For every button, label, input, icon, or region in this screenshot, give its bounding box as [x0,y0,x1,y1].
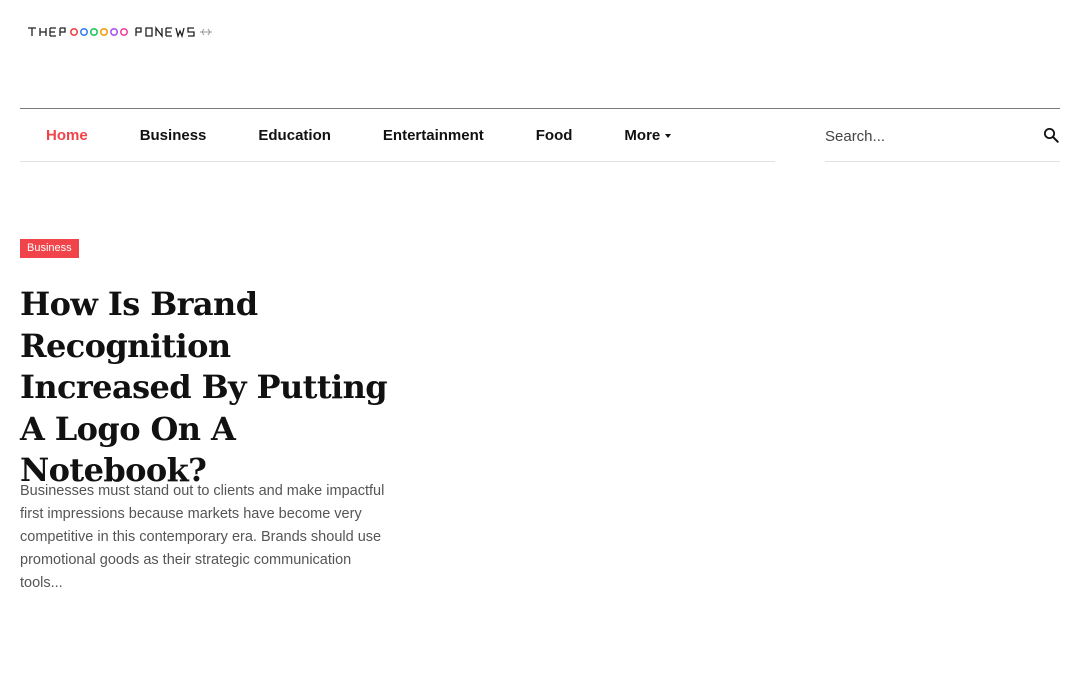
site-logo[interactable] [26,22,216,40]
nav-item-more[interactable]: More [598,127,697,144]
main-nav: Home Business Education Entertainment Fo… [20,109,697,161]
nav-item-label: Business [139,126,207,144]
search-bottom-divider [825,161,1060,162]
nav-item-label: Entertainment [382,126,484,144]
category-badge[interactable]: Business [20,239,79,258]
nav-item-food[interactable]: Food [510,127,599,144]
search-input[interactable] [825,128,1025,145]
nav-item-label: Food [535,126,573,144]
caret-down-icon [665,133,672,138]
nav-item-entertainment[interactable]: Entertainment [357,127,510,144]
nav-item-education[interactable]: Education [232,127,357,144]
search-icon[interactable] [1042,126,1060,144]
article-excerpt: Businesses must stand out to clients and… [20,483,385,591]
search-bar [825,109,1060,161]
nav-item-label: Home [46,126,88,144]
nav-item-home[interactable]: Home [20,127,114,144]
nav-item-business[interactable]: Business [114,127,233,144]
nav-item-label: More [624,126,661,144]
article-title[interactable]: How Is Brand Recognition Increased By Pu… [20,284,400,492]
nav-item-label: Education [258,126,331,144]
nav-bottom-divider [20,161,775,162]
